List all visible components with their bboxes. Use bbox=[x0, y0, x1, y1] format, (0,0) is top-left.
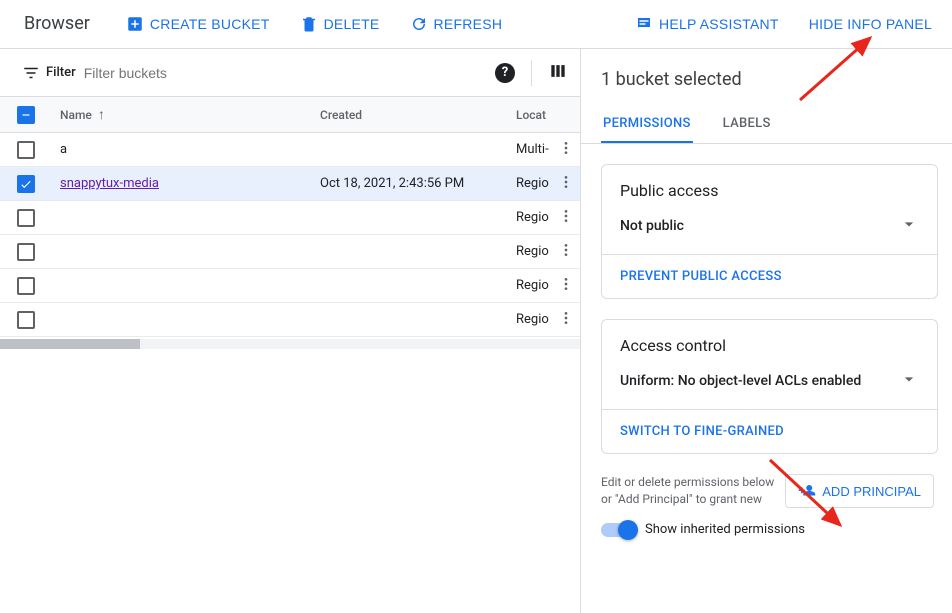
bucket-created: Oct 18, 2021, 2:43:56 PM bbox=[320, 176, 516, 191]
row-menu-button[interactable] bbox=[558, 174, 574, 194]
access-control-card: Access control Uniform: No object-level … bbox=[601, 319, 938, 454]
horizontal-scrollbar[interactable] bbox=[0, 339, 580, 349]
table-row[interactable]: Regio bbox=[0, 201, 580, 235]
column-display-button[interactable] bbox=[548, 61, 568, 85]
more-vert-icon bbox=[558, 310, 574, 326]
filter-label: Filter bbox=[46, 65, 76, 80]
refresh-button[interactable]: REFRESH bbox=[402, 9, 511, 39]
table-header: Name ↑ Created Locat bbox=[0, 97, 580, 133]
delete-label: DELETE bbox=[324, 16, 380, 32]
row-checkbox[interactable] bbox=[17, 243, 35, 261]
bucket-location: Multi- bbox=[516, 142, 552, 157]
row-menu-button[interactable] bbox=[558, 276, 574, 296]
refresh-icon bbox=[410, 15, 428, 33]
delete-button[interactable]: DELETE bbox=[292, 9, 388, 39]
expand-access-control[interactable] bbox=[899, 369, 919, 393]
scrollbar-thumb[interactable] bbox=[0, 339, 140, 349]
help-icon[interactable]: ? bbox=[495, 63, 515, 83]
public-access-value: Not public bbox=[620, 218, 684, 234]
row-checkbox[interactable] bbox=[17, 311, 35, 329]
chevron-down-icon bbox=[899, 214, 919, 234]
table-row[interactable]: Regio bbox=[0, 303, 580, 337]
row-menu-button[interactable] bbox=[558, 140, 574, 160]
trash-icon bbox=[300, 15, 318, 33]
add-principal-label: ADD PRINCIPAL bbox=[822, 484, 921, 499]
header-location[interactable]: Locat bbox=[516, 108, 552, 122]
public-access-title: Public access bbox=[620, 181, 919, 200]
more-vert-icon bbox=[558, 208, 574, 224]
columns-icon bbox=[548, 61, 568, 81]
access-control-value: Uniform: No object-level ACLs enabled bbox=[620, 373, 861, 389]
row-menu-button[interactable] bbox=[558, 242, 574, 262]
more-vert-icon bbox=[558, 276, 574, 292]
more-vert-icon bbox=[558, 242, 574, 258]
bucket-location: Regio bbox=[516, 176, 552, 191]
info-panel: 1 bucket selected PERMISSIONS LABELS Pub… bbox=[580, 48, 952, 613]
more-vert-icon bbox=[558, 140, 574, 156]
tab-labels[interactable]: LABELS bbox=[721, 106, 773, 143]
row-checkbox[interactable] bbox=[17, 209, 35, 227]
bucket-location: Regio bbox=[516, 312, 552, 327]
help-assistant-button[interactable]: HELP ASSISTANT bbox=[627, 9, 787, 39]
filter-icon bbox=[22, 64, 40, 82]
row-checkbox[interactable] bbox=[17, 141, 35, 159]
bucket-location: Regio bbox=[516, 278, 552, 293]
chevron-down-icon bbox=[899, 369, 919, 389]
row-menu-button[interactable] bbox=[558, 208, 574, 228]
bucket-link[interactable]: snappytux-media bbox=[60, 176, 159, 191]
bucket-list-pane: Filter ? Name ↑ Created Locat a Multi-sna… bbox=[0, 48, 580, 613]
hide-info-panel-label: HIDE INFO PANEL bbox=[809, 16, 932, 32]
row-checkbox[interactable] bbox=[17, 175, 35, 193]
person-add-icon bbox=[798, 482, 816, 500]
public-access-card: Public access Not public PREVENT PUBLIC … bbox=[601, 164, 938, 299]
filter-bar: Filter ? bbox=[0, 49, 580, 97]
help-assistant-label: HELP ASSISTANT bbox=[659, 16, 779, 32]
chat-icon bbox=[635, 15, 653, 33]
panel-title: 1 bucket selected bbox=[581, 49, 952, 106]
refresh-label: REFRESH bbox=[434, 16, 503, 32]
permissions-hint: Edit or delete permissions below or "Add… bbox=[601, 474, 777, 508]
indeterminate-icon bbox=[19, 108, 33, 122]
select-all-checkbox[interactable] bbox=[17, 106, 35, 124]
toolbar: Browser CREATE BUCKET DELETE REFRESH HEL… bbox=[0, 0, 952, 48]
prevent-public-access-button[interactable]: PREVENT PUBLIC ACCESS bbox=[602, 254, 937, 298]
filter-input[interactable] bbox=[84, 65, 495, 81]
table-body: a Multi-snappytux-media Oct 18, 2021, 2:43… bbox=[0, 133, 580, 337]
table-row[interactable]: Regio bbox=[0, 235, 580, 269]
page-title: Browser bbox=[24, 13, 90, 34]
panel-tabs: PERMISSIONS LABELS bbox=[581, 106, 952, 144]
create-bucket-button[interactable]: CREATE BUCKET bbox=[118, 9, 278, 39]
header-created[interactable]: Created bbox=[320, 108, 516, 122]
row-checkbox[interactable] bbox=[17, 277, 35, 295]
switch-fine-grained-button[interactable]: SWITCH TO FINE-GRAINED bbox=[602, 409, 937, 453]
table-row[interactable]: Regio bbox=[0, 269, 580, 303]
separator bbox=[531, 60, 532, 86]
tab-permissions[interactable]: PERMISSIONS bbox=[601, 106, 693, 143]
header-name[interactable]: Name ↑ bbox=[52, 106, 320, 123]
access-control-title: Access control bbox=[620, 336, 919, 355]
more-vert-icon bbox=[558, 174, 574, 190]
table-row[interactable]: snappytux-media Oct 18, 2021, 2:43:56 PMR… bbox=[0, 167, 580, 201]
check-icon bbox=[19, 177, 33, 191]
bucket-name: a bbox=[60, 142, 67, 157]
show-inherited-label: Show inherited permissions bbox=[645, 522, 805, 537]
row-menu-button[interactable] bbox=[558, 310, 574, 330]
bucket-location: Regio bbox=[516, 244, 552, 259]
show-inherited-toggle[interactable] bbox=[601, 523, 635, 537]
expand-public-access[interactable] bbox=[899, 214, 919, 238]
table-row[interactable]: a Multi- bbox=[0, 133, 580, 167]
add-principal-button[interactable]: ADD PRINCIPAL bbox=[785, 474, 934, 508]
create-bucket-label: CREATE BUCKET bbox=[150, 16, 270, 32]
bucket-location: Regio bbox=[516, 210, 552, 225]
sort-asc-icon: ↑ bbox=[98, 106, 105, 123]
hide-info-panel-button[interactable]: HIDE INFO PANEL bbox=[801, 10, 940, 38]
plus-box-icon bbox=[126, 15, 144, 33]
